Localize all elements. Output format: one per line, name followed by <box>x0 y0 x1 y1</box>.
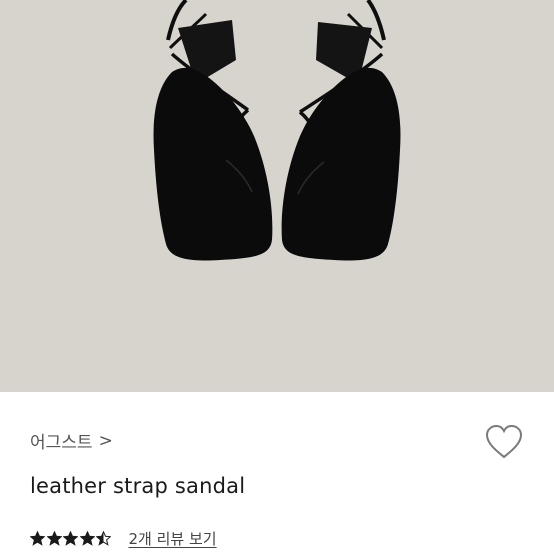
chevron-right-icon: > <box>98 430 113 451</box>
star-icon <box>63 531 78 546</box>
sandals-illustration <box>153 0 401 261</box>
product-detail-page: 어그스트 > leather strap sandal 2개 리뷰 보기 <box>0 0 554 554</box>
star-rating <box>30 531 113 546</box>
right-sandal <box>281 0 401 261</box>
brand-link[interactable]: 어그스트 > <box>30 428 113 454</box>
product-info: 어그스트 > leather strap sandal 2개 리뷰 보기 <box>0 392 554 554</box>
brand-name: 어그스트 <box>30 433 93 453</box>
left-sandal <box>153 0 273 261</box>
heart-outline-icon[interactable] <box>484 424 524 460</box>
star-icon <box>79 531 95 546</box>
star-icon <box>96 531 111 546</box>
star-icon <box>46 531 62 546</box>
review-link[interactable]: 2개 리뷰 보기 <box>129 528 217 549</box>
product-image[interactable] <box>0 0 554 392</box>
rating-row: 2개 리뷰 보기 <box>30 528 217 549</box>
star-icon <box>30 531 45 546</box>
product-title: leather strap sandal <box>30 474 246 498</box>
